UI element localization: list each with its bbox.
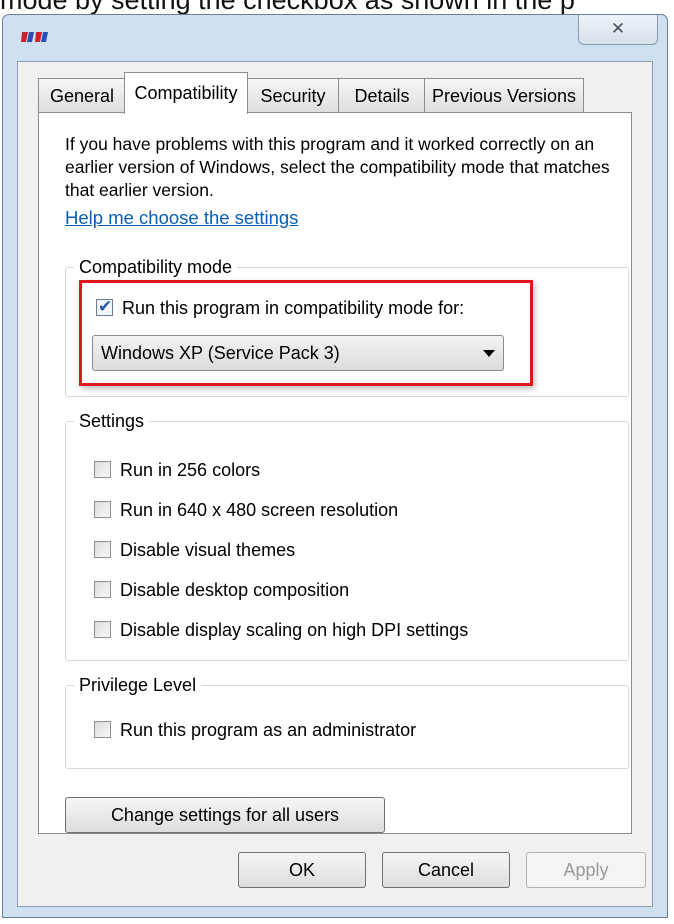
cancel-button[interactable]: Cancel <box>382 852 510 888</box>
compatibility-mode-group: Compatibility mode ✔ Run this program in… <box>65 256 629 397</box>
setting-disable-visual-themes-label: Disable visual themes <box>120 540 296 560</box>
close-icon: ✕ <box>610 19 626 38</box>
settings-title: Settings <box>74 410 150 432</box>
setting-640x480-checkbox[interactable] <box>94 501 111 518</box>
tab-previous-versions[interactable]: Previous Versions <box>424 78 584 112</box>
ok-button[interactable]: OK <box>238 852 366 888</box>
app-icon <box>21 32 48 42</box>
compatibility-mode-checkbox[interactable]: ✔ <box>96 297 113 316</box>
tab-compatibility[interactable]: Compatibility <box>124 72 248 114</box>
setting-disable-visual-themes-checkbox[interactable] <box>94 541 111 558</box>
compatibility-mode-title: Compatibility mode <box>74 256 238 278</box>
tab-general[interactable]: General <box>38 78 126 112</box>
setting-disable-dpi-scaling-checkbox[interactable] <box>94 621 111 638</box>
privilege-level-group: Privilege Level Run this program as an a… <box>65 674 629 769</box>
page-caption-text: mode by setting the checkbox as shown in… <box>0 0 674 14</box>
close-button[interactable]: ✕ <box>578 15 658 45</box>
setting-disable-desktop-composition-label: Disable desktop composition <box>120 580 350 600</box>
intro-text: If you have problems with this program a… <box>65 134 610 200</box>
help-me-choose-link[interactable]: Help me choose the settings <box>65 207 298 229</box>
dialog-client-area: General Compatibility Security Details P… <box>17 61 653 907</box>
compatibility-os-value: Windows XP (Service Pack 3) <box>101 343 340 363</box>
setting-256-colors-checkbox[interactable] <box>94 461 111 478</box>
tab-security[interactable]: Security <box>246 78 340 112</box>
run-as-admin-checkbox[interactable] <box>94 721 111 738</box>
apply-button[interactable]: Apply <box>526 852 646 888</box>
dropdown-arrow-icon <box>483 350 495 357</box>
compatibility-os-select[interactable]: Windows XP (Service Pack 3) <box>92 335 504 371</box>
change-settings-all-users-button[interactable]: Change settings for all users <box>65 797 385 833</box>
compatibility-panel: If you have problems with this program a… <box>38 112 632 834</box>
setting-disable-desktop-composition-checkbox[interactable] <box>94 581 111 598</box>
properties-dialog: ✕ General Compatibility Security Details… <box>2 14 668 918</box>
setting-640x480-label: Run in 640 x 480 screen resolution <box>120 500 399 520</box>
privilege-level-title: Privilege Level <box>74 674 202 696</box>
setting-256-colors-label: Run in 256 colors <box>120 460 261 480</box>
setting-disable-dpi-scaling-label: Disable display scaling on high DPI sett… <box>120 620 469 640</box>
checkmark-icon: ✔ <box>98 297 113 316</box>
compatibility-mode-label: Run this program in compatibility mode f… <box>122 298 465 318</box>
settings-group: Settings Run in 256 colors Run in 640 x … <box>65 410 629 661</box>
run-as-admin-label: Run this program as an administrator <box>120 720 417 740</box>
tab-details[interactable]: Details <box>338 78 426 112</box>
